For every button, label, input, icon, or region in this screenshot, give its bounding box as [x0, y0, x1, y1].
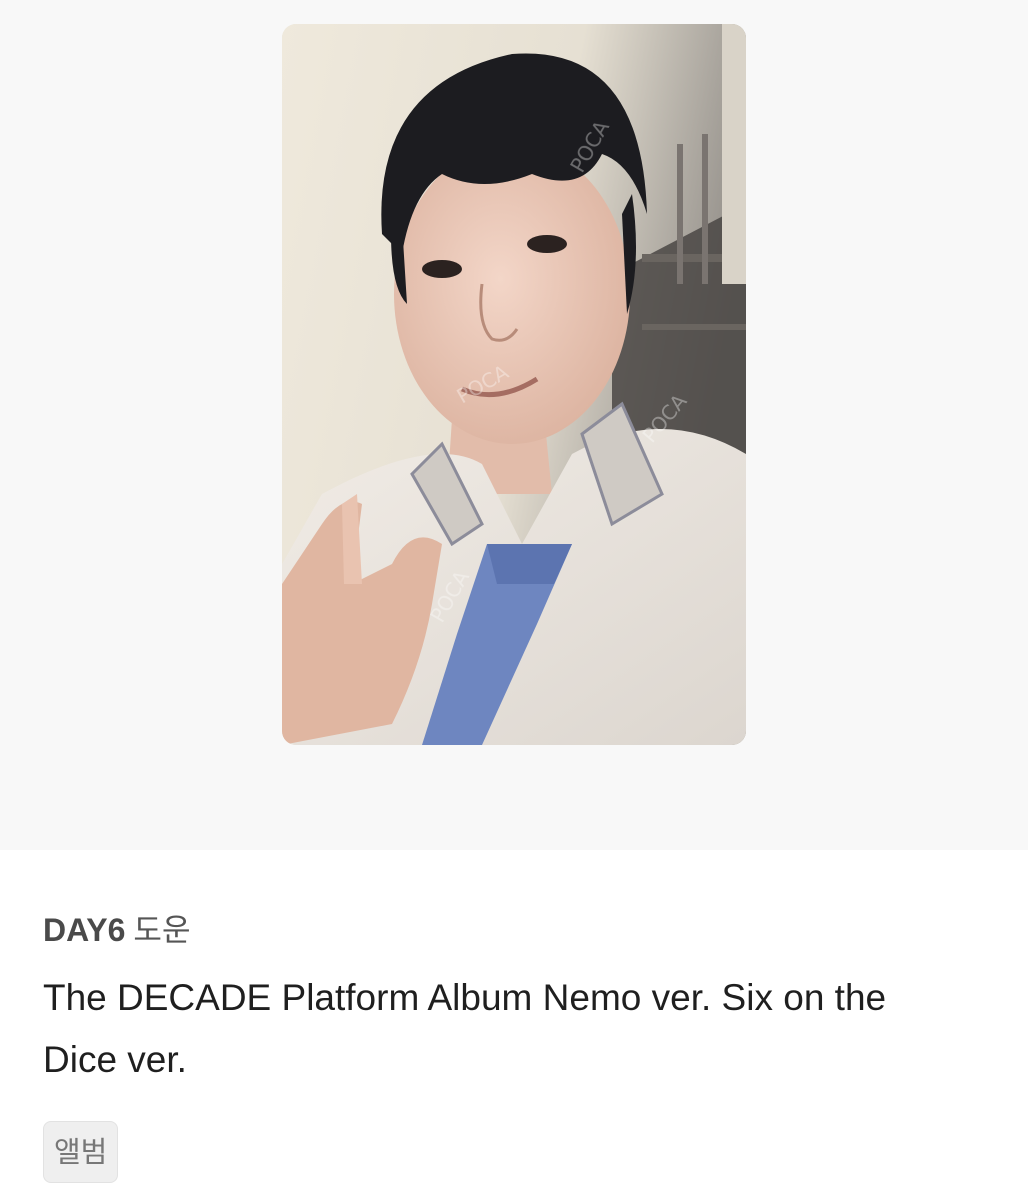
artist-group[interactable]: DAY6: [43, 912, 125, 948]
artist-member[interactable]: 도운: [133, 913, 190, 949]
photocard-image[interactable]: POCA POCA POCA POCA: [282, 24, 746, 745]
product-info: DAY6 도운 The DECADE Platform Album Nemo ve…: [43, 908, 983, 1183]
product-title: The DECADE Platform Album Nemo ver. Six …: [43, 977, 887, 1080]
product-image-area: POCA POCA POCA POCA: [0, 0, 1028, 850]
artist-line: DAY6 도운: [43, 908, 983, 953]
category-tag[interactable]: 앨범: [43, 1121, 119, 1183]
